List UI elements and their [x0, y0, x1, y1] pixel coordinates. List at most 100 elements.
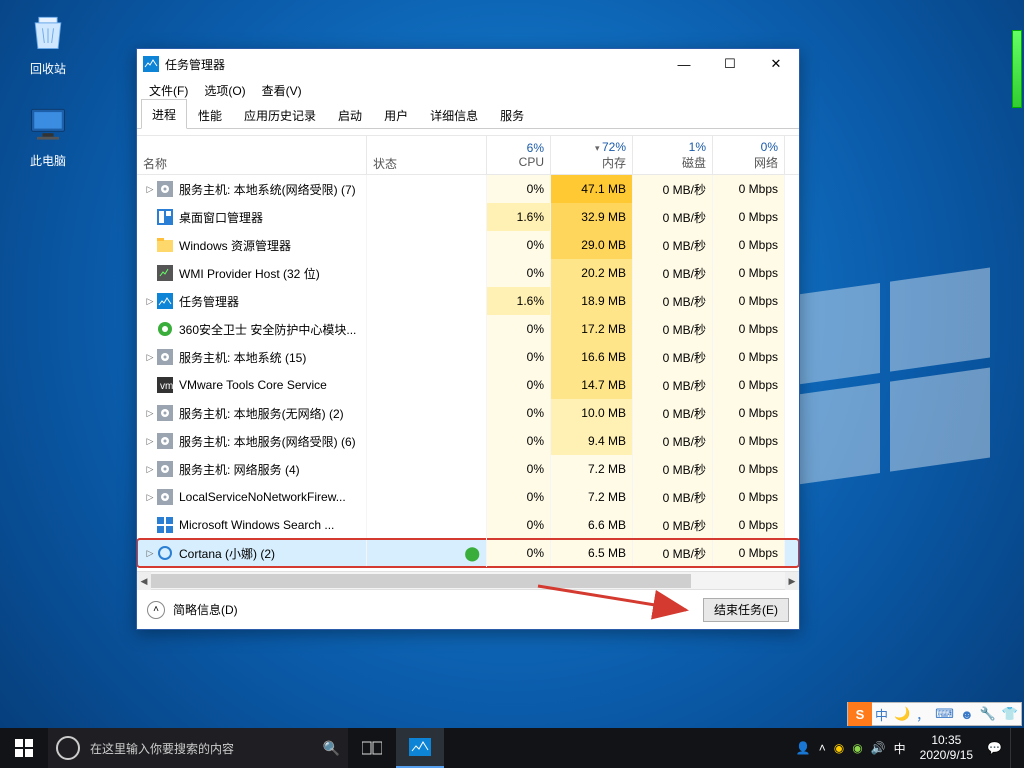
col-disk[interactable]: 1%磁盘 [633, 136, 713, 174]
ime-face-icon[interactable]: ☻ [957, 707, 977, 722]
process-row[interactable]: WMI Provider Host (32 位)0%20.2 MB0 MB/秒0… [137, 259, 799, 287]
close-button[interactable]: ✕ [753, 49, 799, 79]
process-disk: 0 MB/秒 [633, 259, 713, 287]
tray-ime-indicator[interactable]: 中 [894, 740, 906, 757]
col-cpu[interactable]: 6%CPU [487, 136, 551, 174]
taskbar-search[interactable]: 在这里输入你要搜索的内容 🔍 [48, 728, 348, 768]
fewer-details-icon[interactable]: ˄ [147, 601, 165, 619]
start-button[interactable] [0, 728, 48, 768]
process-row[interactable]: ▷服务主机: 本地系统 (15)0%16.6 MB0 MB/秒0 Mbps [137, 343, 799, 371]
process-row[interactable]: ▷任务管理器1.6%18.9 MB0 MB/秒0 Mbps [137, 287, 799, 315]
process-icon [157, 265, 173, 281]
expand-icon[interactable]: ▷ [143, 296, 157, 307]
tab-performance[interactable]: 性能 [187, 100, 233, 129]
tray-360-icon-2[interactable]: ◉ [852, 741, 862, 755]
process-disk: 0 MB/秒 [633, 455, 713, 483]
menu-view[interactable]: 查看(V) [256, 80, 308, 101]
tray-volume-icon[interactable]: 🔊 [871, 741, 886, 755]
process-network: 0 Mbps [713, 399, 785, 427]
tab-details[interactable]: 详细信息 [419, 100, 489, 129]
ime-punct[interactable]: ， [913, 705, 932, 724]
expand-icon[interactable]: ▷ [143, 464, 157, 475]
process-cpu: 0% [487, 483, 551, 511]
expand-icon[interactable]: ▷ [143, 408, 157, 419]
this-pc-glyph [24, 100, 72, 148]
process-name: VMware Tools Core Service [179, 378, 327, 392]
process-name: 服务主机: 本地系统 (15) [179, 349, 306, 366]
process-row[interactable]: Microsoft Windows Search ...0%6.6 MB0 MB… [137, 511, 799, 539]
taskbar-clock[interactable]: 10:35 2020/9/15 [914, 733, 979, 763]
col-status[interactable]: 状态 [367, 136, 487, 174]
ime-skin-icon[interactable]: 👕 [999, 706, 1021, 722]
process-row[interactable]: Windows 资源管理器0%29.0 MB0 MB/秒0 Mbps [137, 231, 799, 259]
process-disk: 0 MB/秒 [633, 483, 713, 511]
process-cpu: 1.6% [487, 287, 551, 315]
process-disk: 0 MB/秒 [633, 399, 713, 427]
tab-processes[interactable]: 进程 [141, 99, 187, 129]
sidebar-gauge [1012, 30, 1022, 108]
process-cpu: 0% [487, 259, 551, 287]
tab-startup[interactable]: 启动 [327, 100, 373, 129]
process-network: 0 Mbps [713, 427, 785, 455]
process-row[interactable]: ▷服务主机: 网络服务 (4)0%7.2 MB0 MB/秒0 Mbps [137, 455, 799, 483]
scroll-right-icon[interactable]: ▶ [785, 572, 799, 590]
ime-lang[interactable]: 中 [872, 705, 891, 724]
process-memory: 9.4 MB [551, 427, 633, 455]
tray-360-icon[interactable]: ◉ [834, 741, 844, 755]
col-memory[interactable]: ▾ 72%内存 [551, 136, 633, 174]
process-cpu: 1.6% [487, 203, 551, 231]
process-row[interactable]: ▷服务主机: 本地系统(网络受限) (7)0%47.1 MB0 MB/秒0 Mb… [137, 175, 799, 203]
process-row[interactable]: 360安全卫士 安全防护中心模块...0%17.2 MB0 MB/秒0 Mbps [137, 315, 799, 343]
tab-users[interactable]: 用户 [373, 100, 419, 129]
process-disk: 0 MB/秒 [633, 287, 713, 315]
process-network: 0 Mbps [713, 203, 785, 231]
process-row[interactable]: vmVMware Tools Core Service0%14.7 MB0 MB… [137, 371, 799, 399]
process-cpu: 0% [487, 539, 551, 567]
ime-moon-icon[interactable]: 🌙 [891, 706, 913, 722]
sogou-icon[interactable]: S [848, 702, 872, 726]
process-name: 任务管理器 [179, 293, 239, 310]
expand-icon[interactable]: ▷ [143, 548, 157, 559]
process-row[interactable]: ▷服务主机: 本地服务(无网络) (2)0%10.0 MB0 MB/秒0 Mbp… [137, 399, 799, 427]
ime-toolbar[interactable]: S 中 🌙 ， ⌨ ☻ 🔧 👕 [847, 702, 1022, 726]
process-status [367, 315, 487, 343]
task-view-button[interactable] [348, 728, 396, 768]
expand-icon[interactable]: ▷ [143, 352, 157, 363]
end-task-button[interactable]: 结束任务(E) [703, 598, 789, 622]
taskbar-app-taskmgr[interactable] [396, 728, 444, 768]
scroll-left-icon[interactable]: ◀ [137, 572, 151, 590]
process-network: 0 Mbps [713, 231, 785, 259]
col-name[interactable]: 名称 [137, 136, 367, 174]
process-row[interactable]: 桌面窗口管理器1.6%32.9 MB0 MB/秒0 Mbps [137, 203, 799, 231]
search-icon: 🔍 [323, 740, 340, 757]
notifications-icon[interactable]: 💬 [987, 741, 1002, 755]
expand-icon[interactable]: ▷ [143, 184, 157, 195]
show-desktop-button[interactable] [1010, 728, 1016, 768]
this-pc-icon[interactable]: 此电脑 [8, 100, 88, 169]
title-bar[interactable]: 任务管理器 — ☐ ✕ [137, 49, 799, 79]
menu-bar: 文件(F) 选项(O) 查看(V) [137, 79, 799, 101]
expand-icon[interactable]: ▷ [143, 436, 157, 447]
windows-logo-wallpaper [780, 290, 1000, 490]
col-network[interactable]: 0%网络 [713, 136, 785, 174]
tab-services[interactable]: 服务 [489, 100, 535, 129]
ime-tool-icon[interactable]: 🔧 [977, 706, 999, 722]
cortana-circle-icon [56, 736, 80, 760]
tray-people-icon[interactable]: 👤 [796, 741, 811, 755]
maximize-button[interactable]: ☐ [707, 49, 753, 79]
minimize-button[interactable]: — [661, 49, 707, 79]
recycle-bin-icon[interactable]: 回收站 [8, 8, 88, 77]
fewer-details-label[interactable]: 简略信息(D) [173, 601, 238, 618]
tab-apphistory[interactable]: 应用历史记录 [233, 100, 327, 129]
expand-icon[interactable]: ▷ [143, 492, 157, 503]
process-disk: 0 MB/秒 [633, 427, 713, 455]
menu-file[interactable]: 文件(F) [143, 80, 194, 101]
tray-chevron-up-icon[interactable]: ˄ [819, 741, 826, 755]
menu-options[interactable]: 选项(O) [198, 80, 251, 101]
process-row[interactable]: ▷服务主机: 本地服务(网络受限) (6)0%9.4 MB0 MB/秒0 Mbp… [137, 427, 799, 455]
process-network: 0 Mbps [713, 483, 785, 511]
process-row[interactable]: ▷Cortana (小娜) (2)⬤0%6.5 MB0 MB/秒0 Mbps [137, 539, 799, 567]
ime-keyboard-icon[interactable]: ⌨ [932, 706, 957, 722]
process-name: 服务主机: 本地系统(网络受限) (7) [179, 181, 356, 198]
process-row[interactable]: ▷LocalServiceNoNetworkFirew...0%7.2 MB0 … [137, 483, 799, 511]
